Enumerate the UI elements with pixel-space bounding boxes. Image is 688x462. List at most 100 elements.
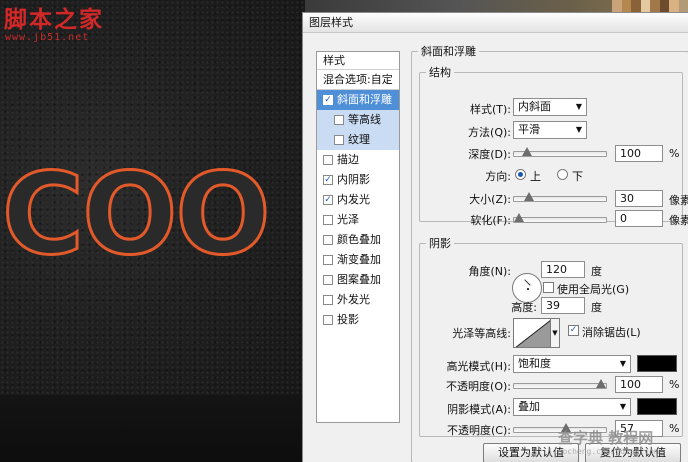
checkbox-icon[interactable] <box>323 295 333 305</box>
contour-dropdown-arrow[interactable]: ▼ <box>551 318 560 348</box>
chevron-down-icon: ▼ <box>619 402 626 411</box>
style-item-label: 颜色叠加 <box>337 233 381 246</box>
depth-slider-thumb[interactable] <box>522 147 532 156</box>
direction-up-radio[interactable] <box>515 169 526 180</box>
style-item-6[interactable]: 光泽 <box>317 210 399 230</box>
style-item-10[interactable]: 外发光 <box>317 290 399 310</box>
checkbox-icon[interactable] <box>334 135 344 145</box>
dialog-title: 图层样式 <box>309 16 353 29</box>
altitude-input[interactable]: 39 <box>541 297 585 314</box>
style-item-label: 外发光 <box>337 293 370 306</box>
checkbox-icon[interactable] <box>323 235 333 245</box>
highlight-opacity-input[interactable]: 100 <box>615 376 663 393</box>
technique-select[interactable]: 平滑 ▼ <box>513 121 587 139</box>
size-unit: 像素 <box>669 194 688 207</box>
technique-value: 平滑 <box>518 123 540 136</box>
contour-curve-icon <box>515 320 550 347</box>
highlight-opacity-slider[interactable] <box>513 379 607 389</box>
style-item-9[interactable]: 图案叠加 <box>317 270 399 290</box>
soften-input[interactable]: 0 <box>615 210 663 227</box>
watermark-url: jiaocheng.chazidian.com <box>548 447 659 456</box>
bevel-style-value: 内斜面 <box>518 100 551 113</box>
anti-alias-label[interactable]: 消除锯齿(L) <box>582 324 641 340</box>
shadow-mode-label: 阴影模式(A): <box>447 403 511 416</box>
altitude-label: 高度: <box>511 301 537 314</box>
soften-label: 软化(F): <box>470 214 511 227</box>
bevel-emboss-title: 斜面和浮雕 <box>421 45 476 58</box>
style-label: 样式(T): <box>469 103 511 116</box>
checkbox-checked-icon[interactable]: ✓ <box>323 175 333 185</box>
style-item-label: 描边 <box>337 153 359 166</box>
direction-down-label[interactable]: 下 <box>572 168 583 184</box>
gloss-contour-label: 光泽等高线: <box>452 327 511 340</box>
angle-indicator <box>519 279 531 291</box>
styles-list-header[interactable]: 样式 <box>317 52 399 70</box>
gloss-contour-picker[interactable] <box>513 318 551 348</box>
style-item-4[interactable]: ✓ 内阴影 <box>317 170 399 190</box>
style-item-label: 斜面和浮雕 <box>337 93 392 106</box>
highlight-mode-label: 高光模式(H): <box>446 360 511 373</box>
highlight-opacity-label: 不透明度(O): <box>446 380 511 393</box>
watermark-text: 查字典 教程网 <box>558 429 654 447</box>
shadow-opacity-unit: % <box>669 422 680 435</box>
style-item-label: 内发光 <box>337 193 370 206</box>
anti-alias-checkbox[interactable]: ✓ <box>568 325 579 336</box>
canvas-shadow <box>0 395 305 462</box>
global-light-checkbox[interactable] <box>543 282 554 293</box>
style-item-0[interactable]: ✓ 斜面和浮雕 <box>317 90 399 110</box>
style-item-1[interactable]: 等高线 <box>317 110 399 130</box>
site-logo-url: www.jb51.net <box>5 32 90 43</box>
checkbox-icon[interactable] <box>323 315 333 325</box>
chevron-down-icon: ▼ <box>575 125 582 134</box>
altitude-unit: 度 <box>591 301 602 314</box>
style-item-2[interactable]: 纹理 <box>317 130 399 150</box>
chevron-down-icon: ▼ <box>619 359 626 368</box>
direction-label: 方向: <box>485 170 511 183</box>
soften-slider-thumb[interactable] <box>514 213 524 222</box>
shading-title: 阴影 <box>429 237 451 250</box>
size-input[interactable]: 30 <box>615 190 663 207</box>
highlight-mode-select[interactable]: 饱和度 ▼ <box>513 355 631 373</box>
shadow-color-swatch[interactable] <box>637 398 677 415</box>
direction-down-radio[interactable] <box>557 169 568 180</box>
style-item-11[interactable]: 投影 <box>317 310 399 330</box>
angle-unit: 度 <box>591 265 602 278</box>
structure-title: 结构 <box>429 66 451 79</box>
style-item-8[interactable]: 渐变叠加 <box>317 250 399 270</box>
style-item-label: 投影 <box>337 313 359 326</box>
depth-slider[interactable] <box>513 147 607 157</box>
site-logo-text: 脚本之家 <box>4 6 104 33</box>
depth-input[interactable]: 100 <box>615 145 663 162</box>
global-light-label[interactable]: 使用全局光(G) <box>557 281 629 297</box>
blending-options-item[interactable]: 混合选项:自定 <box>317 70 399 90</box>
shadow-mode-select[interactable]: 叠加 ▼ <box>513 398 631 416</box>
checkbox-icon[interactable] <box>323 215 333 225</box>
highlight-opacity-unit: % <box>669 378 680 391</box>
style-item-3[interactable]: 描边 <box>317 150 399 170</box>
style-item-5[interactable]: ✓ 内发光 <box>317 190 399 210</box>
bevel-emboss-panel: 斜面和浮雕 结构 样式(T): 内斜面 ▼ 方法(Q): 平滑 ▼ 深度(D): 1… <box>411 43 688 462</box>
highlight-mode-value: 饱和度 <box>518 357 551 370</box>
style-item-label: 等高线 <box>348 113 381 126</box>
chevron-down-icon: ▼ <box>575 102 582 111</box>
style-item-label: 光泽 <box>337 213 359 226</box>
checkbox-icon[interactable] <box>323 275 333 285</box>
technique-label: 方法(Q): <box>468 126 511 139</box>
direction-up-label[interactable]: 上 <box>530 168 541 184</box>
style-item-label: 渐变叠加 <box>337 253 381 266</box>
soften-slider[interactable] <box>513 213 607 223</box>
highlight-opacity-thumb[interactable] <box>596 379 606 388</box>
checkbox-icon[interactable] <box>323 155 333 165</box>
checkbox-checked-icon[interactable]: ✓ <box>323 195 333 205</box>
checkbox-icon[interactable] <box>334 115 344 125</box>
checkbox-checked-icon[interactable]: ✓ <box>323 95 333 105</box>
style-item-label: 内阴影 <box>337 173 370 186</box>
size-slider[interactable] <box>513 192 607 202</box>
style-item-7[interactable]: 颜色叠加 <box>317 230 399 250</box>
highlight-color-swatch[interactable] <box>637 355 677 372</box>
bevel-style-select[interactable]: 内斜面 ▼ <box>513 98 587 116</box>
size-slider-thumb[interactable] <box>524 192 534 201</box>
dialog-titlebar[interactable]: 图层样式 <box>303 13 688 33</box>
checkbox-icon[interactable] <box>323 255 333 265</box>
angle-input[interactable]: 120 <box>541 261 585 278</box>
